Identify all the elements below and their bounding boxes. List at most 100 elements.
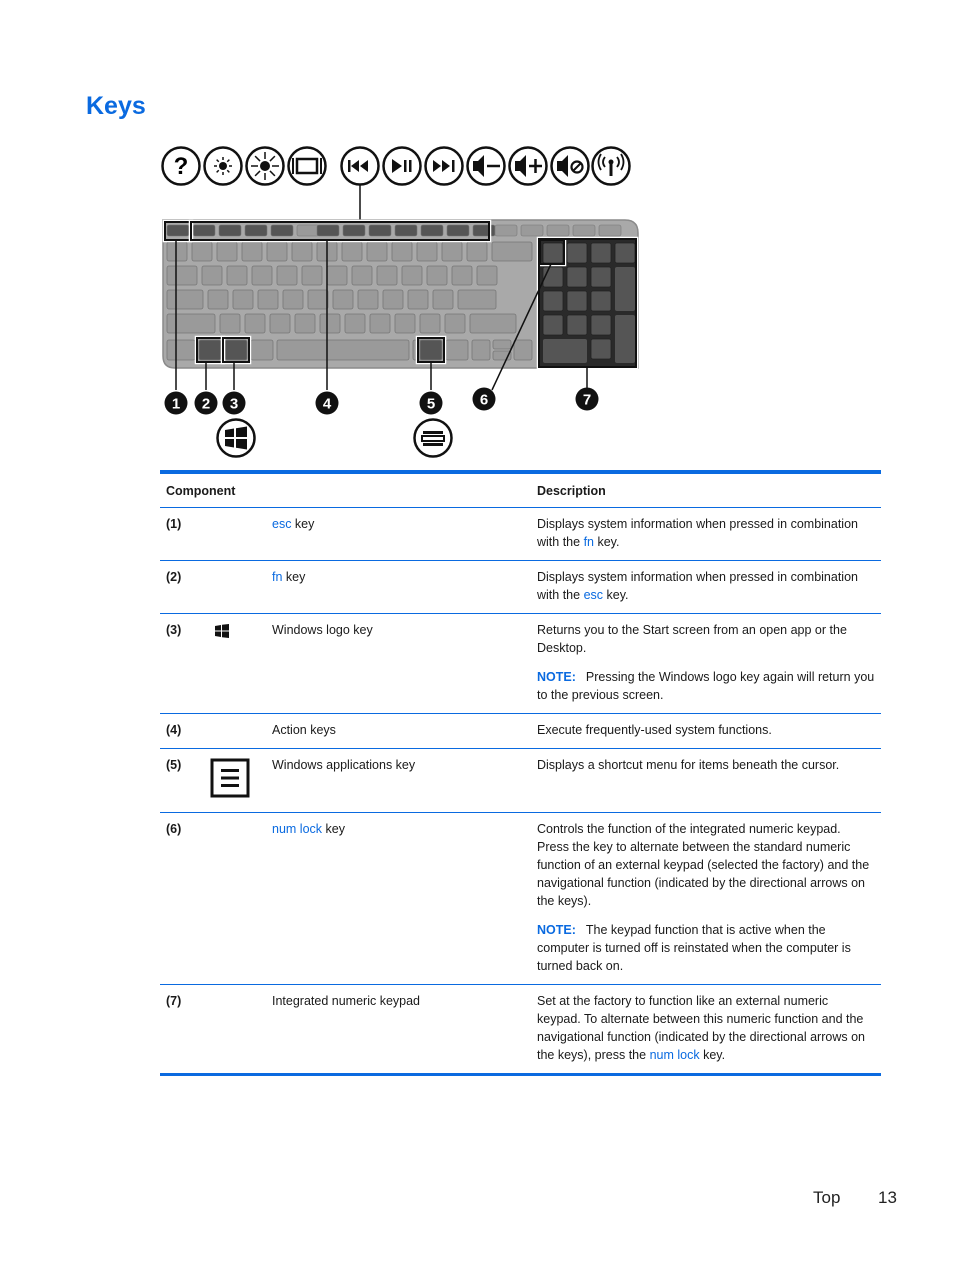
description-paragraph: Returns you to the Start screen from an … xyxy=(537,621,875,657)
callout-3-label: 3 xyxy=(230,396,238,413)
page-number: 13 xyxy=(878,1188,897,1207)
keyboard-key xyxy=(351,265,373,286)
keyboard-key xyxy=(432,289,454,310)
component-name: fn key xyxy=(266,560,531,614)
component-name: Integrated numeric keypad xyxy=(266,984,531,1076)
component-icon-cell xyxy=(210,713,266,749)
keyboard-key xyxy=(332,289,354,310)
windows-logo-icon xyxy=(216,418,256,458)
description-text: key. xyxy=(699,1048,726,1062)
keypad-key xyxy=(590,314,612,336)
component-number: (1) xyxy=(160,507,210,561)
keyboard-key xyxy=(469,313,517,334)
description-paragraph: Set at the factory to function like an e… xyxy=(537,992,875,1064)
keyboard-key xyxy=(344,313,366,334)
keyboard-figure: ? 1 2 3 4 5 6 7 xyxy=(155,140,655,470)
keyboard-key xyxy=(426,265,448,286)
function-key xyxy=(244,224,268,237)
description-paragraph: Displays system information when pressed… xyxy=(537,515,875,551)
component-name: Windows applications key xyxy=(266,748,531,813)
function-key xyxy=(520,224,544,237)
note-paragraph: NOTE: The keypad function that is active … xyxy=(537,921,875,975)
component-icon-cell xyxy=(210,748,266,813)
keyboard-key xyxy=(166,241,188,262)
keyboard-key xyxy=(407,289,429,310)
function-key xyxy=(368,224,392,237)
keyboard-key xyxy=(201,265,223,286)
component-icon-cell xyxy=(210,812,266,985)
key-name-link[interactable]: num lock xyxy=(272,822,322,836)
keyboard-key xyxy=(219,313,241,334)
component-name-text: Integrated numeric keypad xyxy=(272,994,421,1008)
header-component: Component xyxy=(160,470,531,508)
keyboard-key xyxy=(276,265,298,286)
ctrl-key-right xyxy=(445,339,469,361)
component-number: (3) xyxy=(160,613,210,714)
component-name-text: key xyxy=(322,822,345,836)
windows-key xyxy=(224,339,248,361)
keyboard-key xyxy=(257,289,279,310)
keypad-key xyxy=(566,266,588,288)
description-paragraph: Displays system information when pressed… xyxy=(537,568,875,604)
description-text: key. xyxy=(603,588,629,602)
function-key xyxy=(394,224,418,237)
component-name: Action keys xyxy=(266,713,531,749)
callout-4-label: 4 xyxy=(323,396,332,413)
keyboard-key xyxy=(216,241,238,262)
key-name-link[interactable]: esc xyxy=(272,517,291,531)
key-name-link[interactable]: fn xyxy=(272,570,282,584)
keypad-key xyxy=(614,242,636,264)
table-row: (1) esc key Displays system information wh… xyxy=(160,507,881,561)
component-description: Displays system information when pressed… xyxy=(531,560,881,614)
function-key xyxy=(218,224,242,237)
header-description: Description xyxy=(531,470,881,508)
table-row: (2) fn key Displays system information whe… xyxy=(160,560,881,614)
key-name-link[interactable]: esc xyxy=(584,588,603,602)
keyboard-key xyxy=(401,265,423,286)
function-key xyxy=(296,224,320,237)
keyboard-key xyxy=(444,313,466,334)
component-name: num lock key xyxy=(266,812,531,985)
note-label: NOTE: xyxy=(537,923,576,937)
spacebar xyxy=(276,339,410,361)
key-name-link[interactable]: num lock xyxy=(650,1048,700,1062)
component-icon-cell xyxy=(210,507,266,561)
callout-2-label: 2 xyxy=(202,396,210,413)
keyboard-key xyxy=(166,289,204,310)
table-row: (6) num lock key Controls the function of … xyxy=(160,812,881,985)
keyboard-key xyxy=(441,241,463,262)
function-key xyxy=(342,224,366,237)
description-text: key. xyxy=(594,535,620,549)
function-key xyxy=(494,224,518,237)
description-paragraph: Controls the function of the integrated … xyxy=(537,820,875,910)
component-name: Windows logo key xyxy=(266,613,531,714)
menu-line xyxy=(423,443,443,446)
key-name-link[interactable]: fn xyxy=(584,535,594,549)
applications-menu-icon xyxy=(413,418,453,458)
function-key xyxy=(572,224,596,237)
table-row: (7) Integrated numeric keypad Set at the f… xyxy=(160,984,881,1076)
component-name-text: key xyxy=(291,517,315,531)
keyboard-key xyxy=(251,265,273,286)
function-key xyxy=(546,224,570,237)
keypad-key xyxy=(590,242,612,264)
keypad-key xyxy=(590,290,612,312)
keyboard-key xyxy=(266,241,288,262)
component-name-text: key xyxy=(282,570,306,584)
function-key xyxy=(316,224,340,237)
keyboard-key xyxy=(291,241,313,262)
keyboard-key xyxy=(269,313,291,334)
component-number: (4) xyxy=(160,713,210,749)
component-description: Execute frequently-used system functions… xyxy=(531,713,881,749)
keyboard-key xyxy=(232,289,254,310)
keyboard-key xyxy=(466,241,488,262)
keyboard-key xyxy=(419,313,441,334)
keyboard-key xyxy=(244,313,266,334)
function-key xyxy=(192,224,216,237)
component-number: (5) xyxy=(160,748,210,813)
keyboard-key xyxy=(391,241,413,262)
description-text: Displays a shortcut menu for items benea… xyxy=(537,758,840,772)
keypad-plus-key xyxy=(615,267,635,311)
keyboard-key xyxy=(491,241,533,262)
description-text: The keypad function that is active when … xyxy=(537,923,851,973)
